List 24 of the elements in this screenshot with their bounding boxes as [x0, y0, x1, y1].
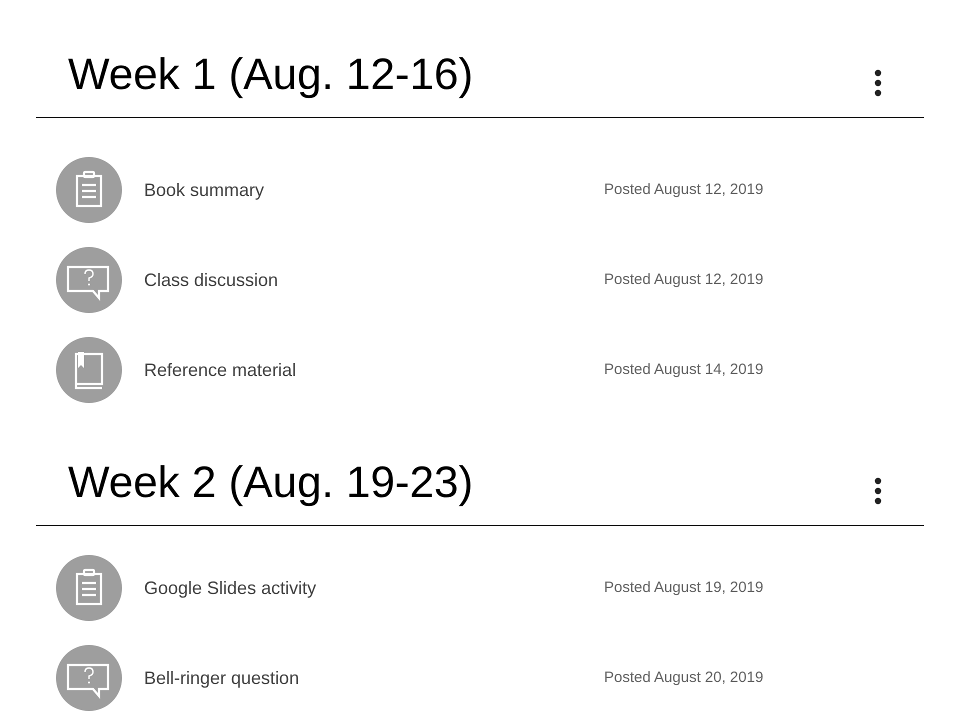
- item-title: Bell-ringer question: [144, 667, 300, 690]
- list-item[interactable]: Book summary Posted August 12, 2019: [36, 157, 924, 247]
- question-bubble-icon: [56, 247, 122, 313]
- section-title: Week 2 (Aug. 19-23): [68, 458, 474, 508]
- list-item[interactable]: Google Slides activity Posted August 19, 2019: [36, 555, 924, 645]
- list-item[interactable]: Reference material Posted August 14, 2019: [36, 337, 924, 427]
- posted-date: Posted August 19, 2019: [604, 578, 764, 598]
- item-title: Reference material: [144, 359, 298, 382]
- posted-date: Posted August 20, 2019: [604, 668, 764, 688]
- question-bubble-icon: [56, 645, 122, 711]
- posted-date: Posted August 12, 2019: [604, 270, 764, 290]
- section-title: Week 1 (Aug. 12-16): [68, 50, 474, 100]
- item-title: Book summary: [144, 179, 266, 202]
- clipboard-icon: [56, 555, 122, 621]
- list-item[interactable]: Class discussion Posted August 12, 2019: [36, 247, 924, 337]
- book-icon: [56, 337, 122, 403]
- posted-date: Posted August 12, 2019: [604, 180, 764, 200]
- clipboard-icon: [56, 157, 122, 223]
- posted-date: Posted August 14, 2019: [604, 360, 764, 380]
- more-options-icon[interactable]: [874, 477, 882, 505]
- list-item[interactable]: Bell-ringer question Posted August 20, 2019: [36, 645, 924, 720]
- more-options-icon[interactable]: [874, 69, 882, 97]
- item-title: Google Slides activity: [144, 577, 318, 600]
- item-title: Class discussion: [144, 269, 280, 292]
